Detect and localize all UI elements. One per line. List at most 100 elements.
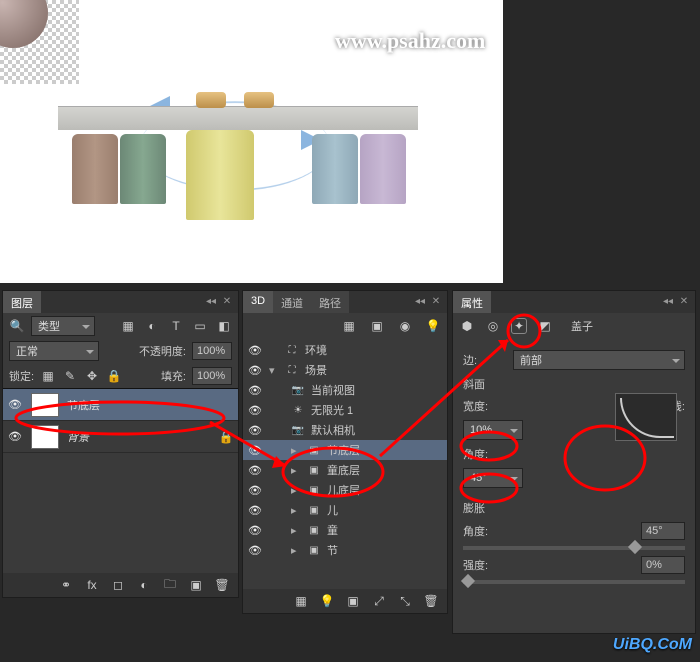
edge-label: 边: (463, 352, 507, 368)
three-d-row[interactable]: 👁☀无限光 1 (243, 400, 447, 420)
inflate-angle-input[interactable]: 45° (641, 522, 685, 540)
collapse-icon[interactable]: ◂◂ (661, 294, 675, 308)
lock-all-icon[interactable]: 🔒 (106, 368, 122, 384)
collapse-icon[interactable]: ◂◂ (413, 294, 427, 308)
link-icon[interactable]: ⚭ (58, 577, 74, 593)
three-d-row[interactable]: 👁⛶环境 (243, 340, 447, 360)
adjust-icon[interactable]: ◐ (136, 577, 152, 593)
filter-type-dropdown[interactable]: 类型 (31, 316, 95, 336)
filter-material-icon[interactable]: ◉ (397, 318, 413, 334)
three-d-row[interactable]: 👁📷当前视图 (243, 380, 447, 400)
layer-row[interactable]: 👁 背景 🔒 (3, 421, 238, 453)
lock-label: 锁定: (9, 368, 34, 384)
visibility-toggle[interactable]: 👁 (7, 398, 23, 411)
layer-name[interactable]: 背景 (67, 429, 89, 445)
three-d-row[interactable]: 👁▸▣节 (243, 540, 447, 560)
lock-transparent-icon[interactable]: ▦ (40, 368, 56, 384)
three-d-label: 节 (327, 542, 338, 558)
collapse-icon[interactable]: ◂◂ (204, 294, 218, 308)
strength-label: 强度: (463, 557, 507, 573)
mesh-icon: ▣ (307, 545, 321, 556)
mode-deform-icon[interactable]: ◎ (485, 318, 501, 334)
filter-pixel-icon[interactable]: ▦ (120, 318, 136, 334)
lock-move-icon[interactable]: ✥ (84, 368, 100, 384)
render-icon[interactable]: ▦ (293, 593, 309, 609)
filter-light-icon[interactable]: 💡 (425, 318, 441, 334)
new-layer-icon[interactable]: ▣ (188, 577, 204, 593)
layer-name[interactable]: 节底层 (67, 397, 100, 413)
close-icon[interactable]: ✕ (677, 294, 691, 308)
tab-layers[interactable]: 图层 (3, 291, 41, 313)
layer-thumbnail[interactable] (31, 425, 59, 449)
filter-mesh-icon[interactable]: ▣ (369, 318, 385, 334)
layer-row[interactable]: 👁 节底层 (3, 389, 238, 421)
contour-picker[interactable] (615, 393, 677, 441)
caps-label: 盖子 (571, 318, 593, 334)
fill-input[interactable]: 100% (192, 367, 232, 385)
inflate-angle-slider[interactable] (463, 546, 685, 550)
light-toggle-icon[interactable]: 💡 (319, 593, 335, 609)
mode-cap-icon[interactable]: ✦ (511, 318, 527, 334)
tab-channels[interactable]: 通道 (273, 291, 311, 313)
layer-thumbnail[interactable] (31, 393, 59, 417)
three-d-row[interactable]: 👁📷默认相机 (243, 420, 447, 440)
filter-shape-icon[interactable]: ▭ (192, 318, 208, 334)
mask-icon[interactable]: ◻ (110, 577, 126, 593)
filter-adjust-icon[interactable]: ◐ (144, 318, 160, 334)
extrusion-shape-1 (196, 92, 226, 108)
blend-mode-dropdown[interactable]: 正常 (9, 341, 99, 361)
trash-icon[interactable]: 🗑 (423, 593, 439, 609)
properties-panel-header: 属性 ◂◂ ✕ (453, 291, 695, 313)
fx-icon[interactable]: fx (84, 577, 100, 593)
ground-plane-icon[interactable]: ▣ (345, 593, 361, 609)
layer-list: 👁 节底层 👁 背景 🔒 (3, 388, 238, 453)
three-d-row[interactable]: 👁▸▣童底层 (243, 460, 447, 480)
three-d-row[interactable]: 👁▸▣节底层 (243, 440, 447, 460)
layers-panel: 图层 ◂◂ ✕ 🔍 类型 ▦ ◐ T ▭ ◧ 正常 不透明度: 100% 锁定:… (2, 290, 239, 598)
tab-3d[interactable]: 3D (243, 291, 273, 313)
three-d-row[interactable]: 👁▾⛶场景 (243, 360, 447, 380)
light-icon: ☀ (291, 405, 305, 416)
three-d-label: 童 (327, 522, 338, 538)
filter-type-icon[interactable]: T (168, 318, 184, 334)
strength-input[interactable]: 0% (641, 556, 685, 574)
group-icon[interactable]: 🗀 (162, 577, 178, 593)
axis-icon[interactable]: ⤡ (397, 593, 413, 609)
3d-scene[interactable] (58, 90, 418, 250)
three-d-row[interactable]: 👁▸▣儿 (243, 500, 447, 520)
filter-scene-icon[interactable]: ▦ (341, 318, 357, 334)
edge-dropdown[interactable]: 前部 (513, 350, 685, 370)
three-d-label: 环境 (305, 342, 327, 358)
trash-icon[interactable]: 🗑 (214, 577, 230, 593)
mesh-icon: ▣ (307, 445, 321, 456)
watermark-bottom: UiBQ.CoM (613, 636, 692, 654)
width-dropdown[interactable]: 10% (463, 420, 523, 440)
cylinder-brown (72, 134, 118, 204)
three-d-row[interactable]: 👁▸▣儿底层 (243, 480, 447, 500)
axis-icon[interactable]: ⤢ (371, 593, 387, 609)
tab-paths[interactable]: 路径 (311, 291, 349, 313)
layers-panel-footer: ⚭ fx ◻ ◐ 🗀 ▣ 🗑 (3, 573, 238, 597)
mesh-icon: ▣ (307, 525, 321, 536)
scene-icon: ⛶ (285, 345, 299, 356)
watermark-top: www.psahz.com (335, 28, 485, 54)
extrusion-shape-2 (244, 92, 274, 108)
strength-slider[interactable] (463, 580, 685, 584)
mesh-icon: ▣ (307, 505, 321, 516)
mode-coord-icon[interactable]: ◩ (537, 318, 553, 334)
angle-dropdown[interactable]: 45° (463, 468, 523, 488)
filter-smart-icon[interactable]: ◧ (216, 318, 232, 334)
three-d-label: 场景 (305, 362, 327, 378)
visibility-toggle[interactable]: 👁 (7, 430, 23, 443)
platform (58, 106, 418, 130)
tab-properties[interactable]: 属性 (453, 291, 491, 313)
mode-mesh-icon[interactable]: ⬢ (459, 318, 475, 334)
close-icon[interactable]: ✕ (220, 294, 234, 308)
width-label: 宽度: (463, 398, 507, 414)
opacity-input[interactable]: 100% (192, 342, 232, 360)
search-icon[interactable]: 🔍 (9, 318, 25, 334)
close-icon[interactable]: ✕ (429, 294, 443, 308)
lock-paint-icon[interactable]: ✎ (62, 368, 78, 384)
three-d-label: 当前视图 (311, 382, 355, 398)
three-d-row[interactable]: 👁▸▣童 (243, 520, 447, 540)
